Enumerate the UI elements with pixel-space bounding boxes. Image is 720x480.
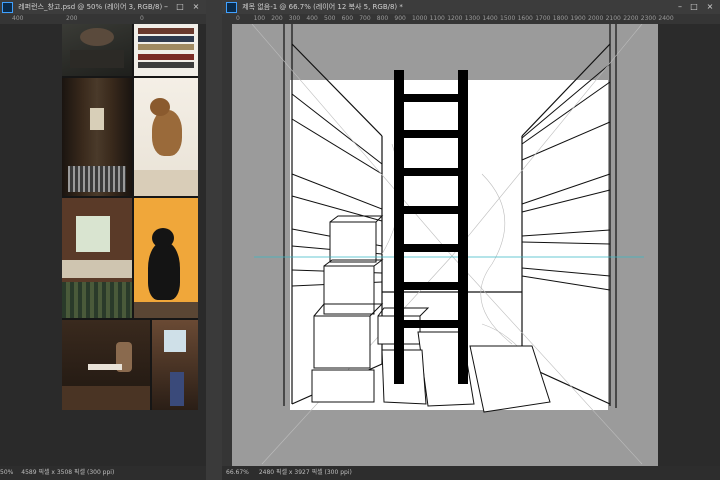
- ruler-tick: 1600: [517, 15, 533, 22]
- window-divider[interactable]: [206, 0, 222, 480]
- right-horizontal-ruler: 0 100 200 300 400 500 600 700 800 900 1000 1100 1200…: [222, 14, 720, 24]
- ruler-tick: 2000: [588, 15, 604, 22]
- reading-hands-photo: [62, 24, 132, 76]
- ruler-tick: 300: [288, 15, 301, 22]
- ruler-tick: 1800: [552, 15, 569, 22]
- ruler-tick: 2100: [605, 15, 621, 22]
- left-maximize-icon[interactable]: □: [174, 0, 186, 14]
- ruler-tick: 1700: [535, 15, 551, 22]
- book-stacks-photo: [134, 24, 198, 76]
- ruler-tick: 400: [306, 15, 318, 22]
- ruler-tick: 1300: [464, 15, 481, 22]
- woman-reading-photo: [62, 320, 150, 410]
- right-close-icon[interactable]: ×: [704, 0, 716, 14]
- ps-logo-icon: [2, 2, 13, 13]
- ruler-tick: 1900: [570, 15, 586, 22]
- dark-workspace: [658, 24, 720, 466]
- ruler-tick: 1500: [500, 15, 516, 22]
- left-document-info: 4589 픽셀 x 3508 픽셀 (300 ppi): [21, 469, 115, 476]
- right-document-window[interactable]: 제목 없음-1 @ 66.7% (레이어 12 복사 5, RGB/8) * –…: [222, 0, 720, 480]
- ruler-tick: 1100: [429, 15, 445, 22]
- left-document-title: 레퍼런스_창고.psd @ 50% (레이어 3, RGB/8): [18, 3, 163, 11]
- ruler-tick: 1400: [482, 15, 498, 22]
- ruler-tick: 200: [66, 15, 78, 22]
- left-zoom-level[interactable]: 50%: [0, 469, 13, 476]
- ruler-tick: 800: [376, 15, 389, 22]
- ruler-tick: 1200: [447, 15, 463, 22]
- ruler-tick: 100: [253, 15, 266, 22]
- right-status-bar: 66.67% 2480 픽셀 x 3927 픽셀 (300 ppi): [222, 466, 720, 480]
- right-minimize-icon[interactable]: –: [674, 0, 686, 14]
- ruler-tick: 200: [271, 15, 283, 22]
- ruler-tick: 0: [140, 15, 144, 22]
- ruler-tick: 600: [341, 15, 354, 22]
- reference-collage[interactable]: [62, 24, 198, 410]
- ruler-tick: 900: [394, 15, 406, 22]
- cozy-corner-photo: [152, 320, 198, 410]
- left-status-bar: 50% 4589 픽셀 x 3508 픽셀 (300 ppi): [0, 466, 206, 480]
- ruler-tick: 0: [236, 15, 240, 22]
- right-document-tab[interactable]: 제목 없음-1 @ 66.7% (레이어 12 복사 5, RGB/8) *: [222, 0, 720, 14]
- tabby-cat-photo: [134, 78, 198, 196]
- ps-logo-icon: [226, 2, 237, 13]
- ruler-tick: 500: [324, 15, 336, 22]
- ruler-tick: 1000: [412, 15, 428, 22]
- right-document-title: 제목 없음-1 @ 66.7% (레이어 12 복사 5, RGB/8) *: [242, 3, 403, 11]
- window-bookshelf-photo: [62, 198, 132, 318]
- ruler-tick: 2200: [623, 15, 639, 22]
- right-vertical-ruler: [222, 24, 232, 466]
- ruler-tick: 2300: [640, 15, 657, 22]
- black-cat-photo: [134, 198, 198, 318]
- ruler-tick: 700: [359, 15, 371, 22]
- ruler-tick: 2400: [658, 15, 674, 22]
- sketch-canvas[interactable]: [232, 24, 658, 466]
- right-document-info: 2480 픽셀 x 3927 픽셀 (300 ppi): [258, 469, 352, 476]
- left-document-window[interactable]: 레퍼런스_창고.psd @ 50% (레이어 3, RGB/8) – □ × 4…: [0, 0, 206, 480]
- right-maximize-icon[interactable]: □: [688, 0, 700, 14]
- library-corridor-photo: [62, 78, 132, 196]
- ruler-tick: 400: [12, 15, 24, 22]
- right-zoom-level[interactable]: 66.67%: [226, 469, 249, 476]
- left-close-icon[interactable]: ×: [190, 0, 202, 14]
- left-minimize-icon[interactable]: –: [160, 0, 172, 14]
- left-horizontal-ruler: 400 200 0: [0, 14, 206, 24]
